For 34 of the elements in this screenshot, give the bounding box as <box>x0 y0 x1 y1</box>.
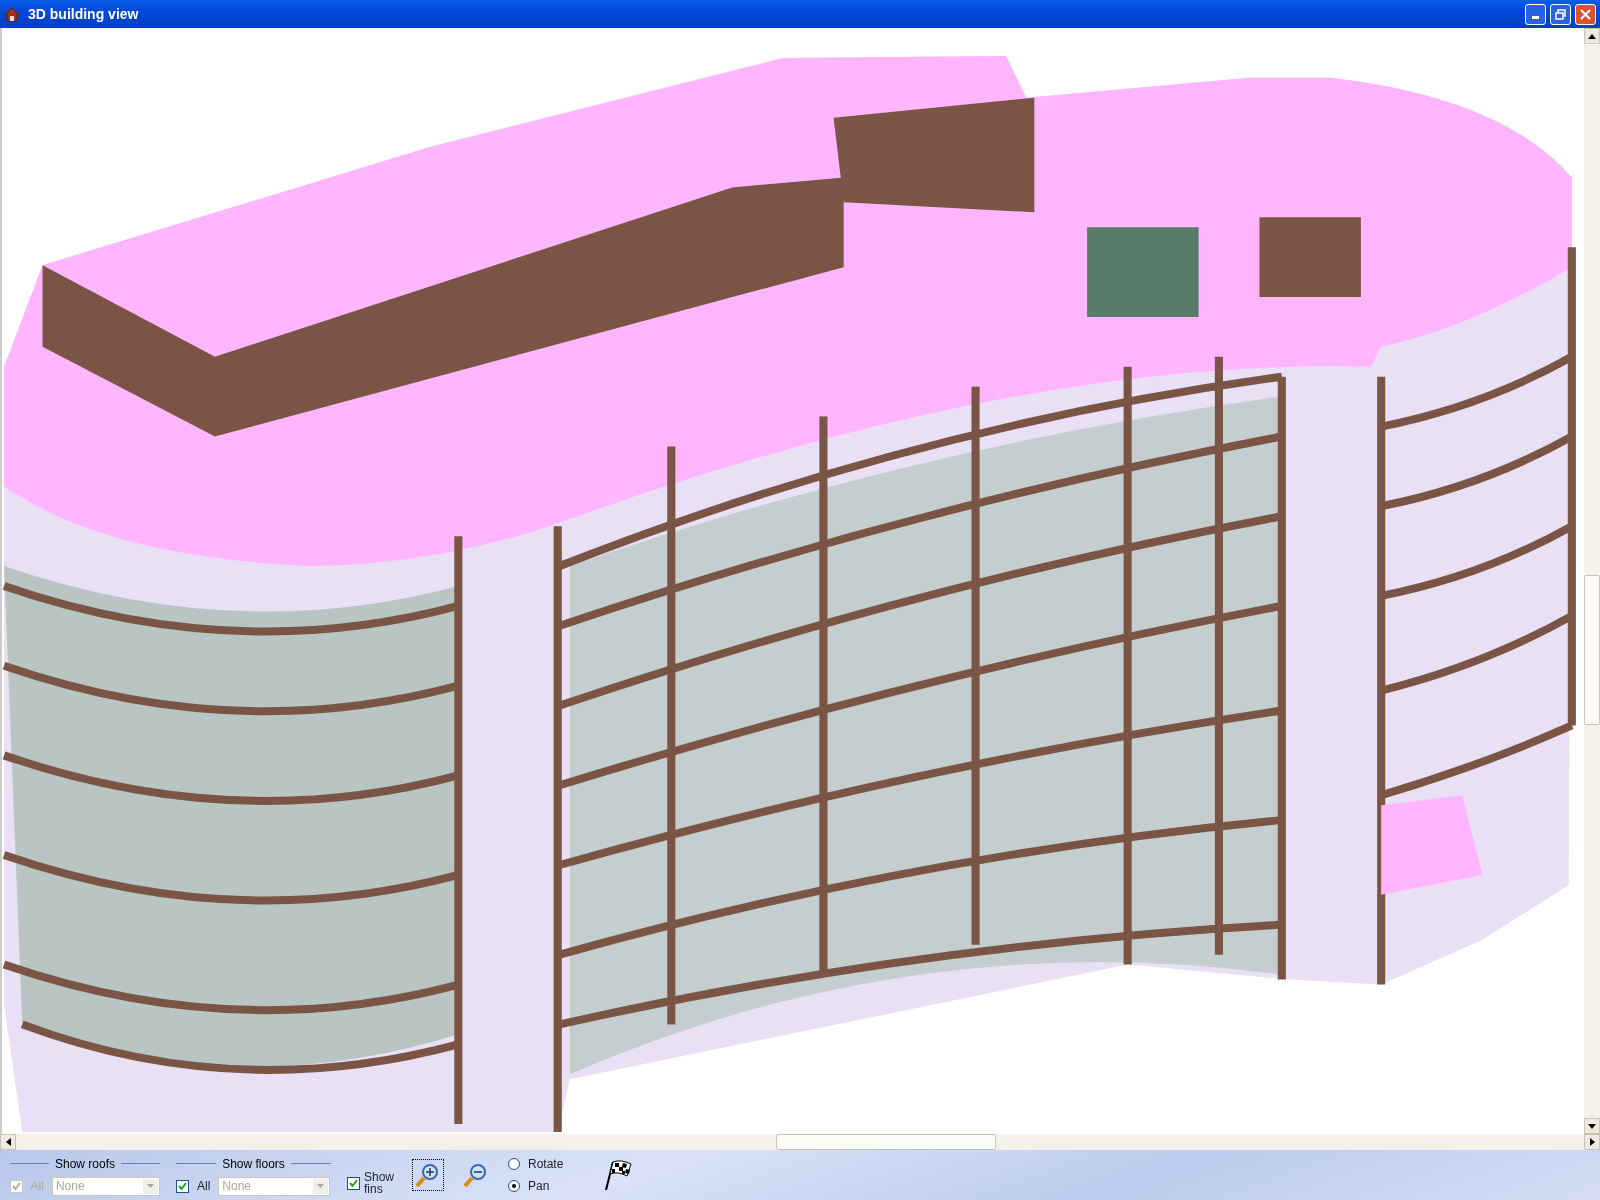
house-icon <box>4 6 20 22</box>
minimize-button[interactable] <box>1525 3 1546 25</box>
radio-button[interactable] <box>508 1180 520 1192</box>
group-label: Show roofs <box>10 1154 160 1173</box>
right-arrow-icon <box>1589 1138 1595 1146</box>
scroll-down-button[interactable] <box>1584 1118 1600 1134</box>
dropdown-arrow-icon <box>317 1184 325 1188</box>
scroll-left-button[interactable] <box>0 1134 16 1150</box>
checkbox-label: Show fins <box>364 1171 396 1195</box>
scroll-up-button[interactable] <box>1584 28 1600 44</box>
radio-label: Rotate <box>528 1156 564 1173</box>
up-arrow-icon <box>1588 33 1596 39</box>
scroll-right-button[interactable] <box>1584 1134 1600 1150</box>
close-button[interactable] <box>1575 3 1596 25</box>
scroll-thumb[interactable] <box>1584 575 1600 725</box>
window-title: 3D building view <box>28 4 140 24</box>
minimize-icon <box>1532 15 1539 19</box>
checkbox[interactable] <box>176 1179 189 1193</box>
restore-button[interactable] <box>1550 3 1571 25</box>
checkbox-label: All <box>197 1178 211 1195</box>
down-arrow-icon <box>1588 1123 1596 1129</box>
zoom-in-button[interactable] <box>412 1159 444 1191</box>
checkbox-label: All <box>30 1178 44 1195</box>
radio-button[interactable] <box>508 1158 520 1170</box>
dropdown-arrow-icon <box>147 1184 154 1188</box>
radio-label: Pan <box>528 1178 550 1195</box>
vertical-scrollbar[interactable] <box>1584 28 1600 1134</box>
horizontal-scrollbar[interactable] <box>0 1134 1600 1150</box>
left-arrow-icon <box>5 1138 11 1146</box>
close-icon <box>1580 8 1591 20</box>
group-label: Show floors <box>176 1154 331 1173</box>
restore-icon <box>1555 8 1566 20</box>
scroll-thumb[interactable] <box>776 1134 997 1150</box>
checkbox[interactable] <box>347 1176 360 1190</box>
